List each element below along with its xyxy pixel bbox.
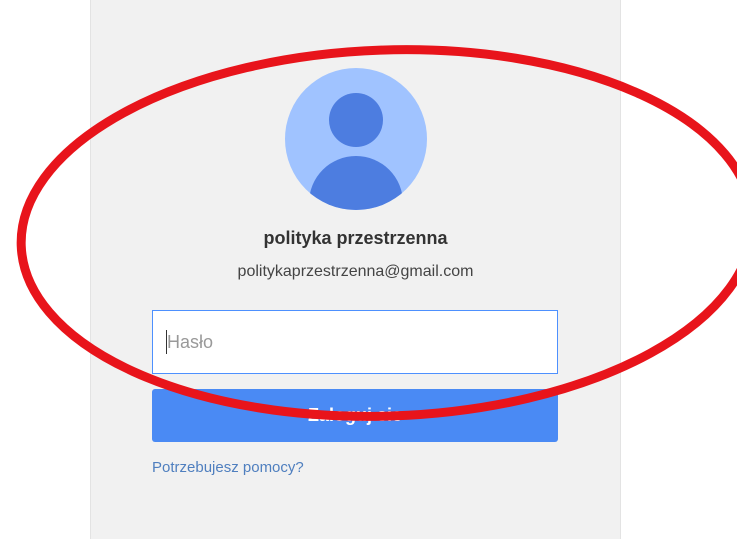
- avatar-head: [329, 93, 383, 147]
- account-display-name: polityka przestrzenna: [263, 228, 448, 248]
- help-link[interactable]: Potrzebujesz pomocy?: [152, 459, 304, 476]
- signin-screen: polityka przestrzenna politykaprzestrzen…: [0, 0, 737, 539]
- account-avatar-icon: [285, 68, 427, 210]
- signin-button[interactable]: Zaloguj sie: [152, 389, 558, 442]
- text-caret: [166, 330, 167, 354]
- avatar-body: [309, 156, 403, 210]
- account-email: politykaprzestrzenna@gmail.com: [237, 263, 474, 280]
- password-input[interactable]: [152, 310, 558, 374]
